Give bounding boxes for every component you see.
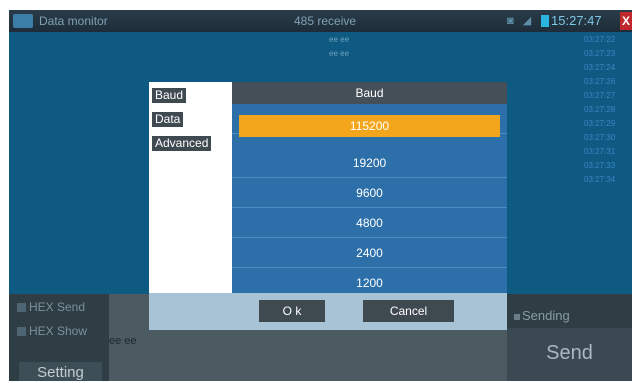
data-line: ee ee [329, 49, 350, 58]
dialog-header: Baud [232, 82, 507, 104]
setting-button[interactable]: Setting [19, 362, 102, 381]
hex-send-label: HEX Send [29, 300, 86, 314]
dialog-footer: O k Cancel [149, 293, 507, 330]
baud-dialog: Baud Data Advanced Baud 115200 19200 960… [149, 82, 507, 330]
timestamp: 03:27:34 [584, 175, 616, 184]
timestamp: 03:27:26 [584, 77, 616, 86]
hex-send-checkbox[interactable]: HEX Send [17, 300, 85, 314]
timestamp: 03:27:31 [584, 147, 616, 156]
timestamp: 03:27:24 [584, 63, 616, 72]
baud-option-selected[interactable]: 115200 [239, 115, 500, 137]
sending-indicator: Sending [514, 308, 570, 323]
data-line: ee ee [329, 35, 350, 44]
sidebar-item-advanced[interactable]: Advanced [152, 136, 212, 151]
baud-option[interactable]: 4800 [232, 208, 507, 238]
clock: 15:27:47 [551, 13, 602, 28]
hex-show-label: HEX Show [29, 324, 88, 338]
signal-icon: ◙ ◢ [507, 15, 535, 27]
mode-title: 485 receive [294, 14, 357, 28]
app-icon [13, 14, 33, 28]
send-text: ee ee [109, 335, 137, 347]
cancel-button[interactable]: Cancel [363, 300, 454, 322]
sending-label: Sending [522, 308, 570, 323]
timestamp: 03:27:29 [584, 119, 616, 128]
checkbox-icon [17, 327, 26, 337]
send-button[interactable]: Send [507, 328, 632, 381]
timestamp: 03:27:28 [584, 105, 616, 114]
timestamp: 03:27:30 [584, 133, 616, 142]
baud-option[interactable]: 19200 [232, 148, 507, 178]
sending-dot-icon [514, 313, 520, 320]
app-title: Data monitor [39, 14, 108, 28]
device-screen: Data monitor 485 receive ◙ ◢ 15:27:47 X … [9, 10, 632, 381]
timestamp: 03:27:22 [584, 35, 616, 44]
checkbox-icon [17, 303, 26, 313]
sidebar-item-baud[interactable]: Baud [152, 88, 187, 103]
ok-button[interactable]: O k [259, 300, 325, 322]
baud-options-panel: Baud 115200 19200 9600 4800 2400 1200 [232, 82, 507, 293]
title-bar: Data monitor 485 receive ◙ ◢ 15:27:47 X [9, 10, 632, 32]
timestamp: 03:27:33 [584, 161, 616, 170]
sidebar-item-data[interactable]: Data [152, 112, 184, 127]
baud-option-list[interactable]: 115200 19200 9600 4800 2400 1200 [232, 104, 507, 293]
baud-option[interactable]: 9600 [232, 178, 507, 208]
timestamp: 03:27:27 [584, 91, 616, 100]
baud-option-row[interactable]: 115200 [232, 104, 507, 137]
baud-option[interactable]: 1200 [232, 268, 507, 293]
timestamp: 03:27:23 [584, 49, 616, 58]
close-icon[interactable]: X [620, 12, 632, 30]
settings-sidebar: Baud Data Advanced [149, 82, 232, 293]
baud-option[interactable]: 2400 [232, 238, 507, 268]
battery-icon [541, 15, 549, 27]
hex-show-checkbox[interactable]: HEX Show [17, 324, 87, 338]
